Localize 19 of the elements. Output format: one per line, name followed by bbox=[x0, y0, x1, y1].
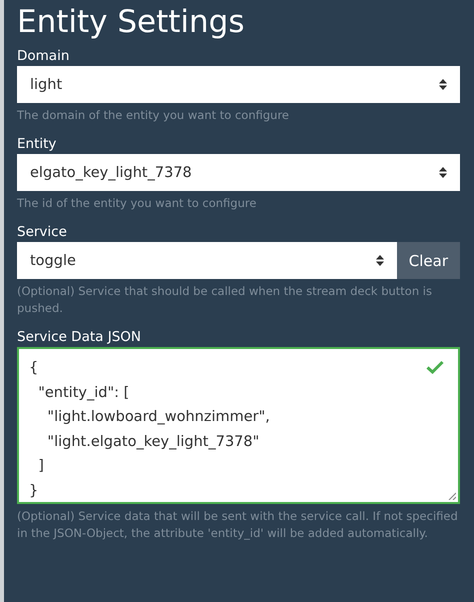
help-text: The id of the entity you want to configure bbox=[17, 195, 258, 212]
sort-caret-icon bbox=[439, 167, 447, 178]
sort-caret-icon bbox=[376, 255, 384, 266]
select-field[interactable]: toggle bbox=[17, 242, 397, 279]
checkmark-icon bbox=[426, 360, 444, 374]
field-label: Service bbox=[17, 223, 68, 241]
resize-grip-icon bbox=[448, 492, 456, 500]
sort-caret-icon bbox=[439, 79, 447, 90]
field-label: Service Data JSON bbox=[17, 328, 142, 346]
json-field[interactable]: { "entity_id": [ "light.lowboard_wohnzimmer", "light.elgato_key_light_7378" ] } bbox=[17, 347, 460, 504]
field-label: Domain bbox=[17, 47, 70, 65]
select-field[interactable]: light bbox=[17, 66, 460, 103]
page-title: Entity Settings bbox=[17, 3, 246, 42]
clear-button[interactable]: Clear bbox=[396, 242, 460, 279]
field-label: Entity bbox=[17, 135, 58, 153]
help-text: (Optional) Service data that will be sent with the service call. If not specified in the JSON-Object, the attribute 'entity_id' will be added automatically. bbox=[17, 508, 459, 542]
help-text: The domain of the entity you want to configure bbox=[17, 107, 290, 124]
select-field[interactable]: elgato_key_light_7378 bbox=[17, 154, 460, 191]
help-text: (Optional) Service that should be called when the stream deck button is pushed. bbox=[17, 283, 433, 317]
